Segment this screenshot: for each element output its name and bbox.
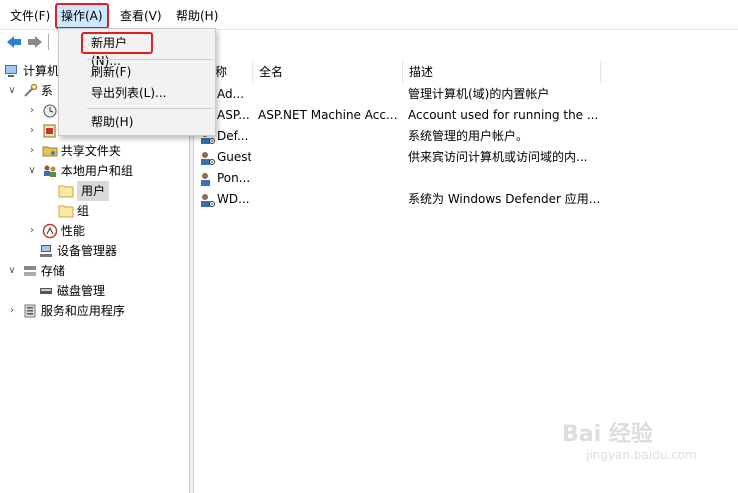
- chevron-right-icon[interactable]: ›: [26, 101, 38, 121]
- tree-item-services-apps[interactable]: › 服务和应用程序: [6, 300, 125, 320]
- tree-item-device-manager[interactable]: 设备管理器: [38, 240, 117, 260]
- user-description: 管理计算机(域)的内置帐户: [408, 87, 550, 101]
- user-name: Ad...: [217, 87, 245, 101]
- menu-item-help[interactable]: 帮助(H): [59, 111, 215, 133]
- menu-file[interactable]: 文件(F): [6, 6, 54, 26]
- tree-label: 本地用户和组: [60, 163, 133, 178]
- services-icon: [22, 303, 38, 319]
- user-icon: [199, 171, 215, 187]
- tree-label: 计算机: [23, 63, 60, 78]
- chevron-right-icon[interactable]: ›: [6, 301, 18, 321]
- tree-label: 组: [77, 203, 90, 218]
- chevron-right-icon[interactable]: ›: [26, 141, 38, 161]
- menu-separator: [87, 108, 213, 109]
- user-name: Def...: [217, 129, 249, 143]
- disk-icon: [38, 283, 54, 299]
- folder-icon: [58, 203, 74, 219]
- user-fullname: ASP.NET Machine Acc...: [258, 108, 398, 122]
- tree-item-local-users-groups[interactable]: ∨ 本地用户和组: [26, 160, 133, 180]
- action-menu-dropdown: 新用户(N)... 刷新(F) 导出列表(L)... 帮助(H): [58, 28, 216, 136]
- column-header-fullname[interactable]: 全名: [253, 60, 403, 84]
- user-icon: [199, 192, 215, 208]
- tools-icon: [22, 83, 38, 99]
- tree-label: 系: [40, 83, 53, 98]
- user-description: 供来宾访问计算机或访问域的内...: [408, 150, 588, 164]
- chevron-down-icon[interactable]: ∨: [26, 161, 38, 181]
- toolbar-separator: [48, 34, 49, 50]
- menu-item-export-list[interactable]: 导出列表(L)...: [59, 82, 215, 104]
- user-name: Guest: [217, 150, 251, 164]
- user-description: Account used for running the ...: [408, 108, 599, 122]
- tree-label: 设备管理器: [57, 243, 118, 258]
- tree-item-shared-folders[interactable]: › 共享文件夹: [26, 140, 121, 160]
- folder-icon: [58, 183, 74, 199]
- tree-item-task-scheduler[interactable]: ›: [26, 100, 61, 120]
- tree-label: 性能: [60, 223, 85, 238]
- user-icon: [199, 150, 215, 166]
- menu-bar: 文件(F) 操作(A) 查看(V) 帮助(H): [0, 0, 738, 30]
- forward-arrow-icon[interactable]: [26, 33, 44, 51]
- user-name: WD...: [217, 192, 250, 206]
- tree-item-system-tools[interactable]: ∨ 系: [6, 80, 53, 100]
- tree-label: 共享文件夹: [60, 143, 121, 158]
- back-arrow-icon[interactable]: [5, 33, 23, 51]
- menu-item-new-user[interactable]: 新用户(N)...: [81, 32, 153, 68]
- tree-label: 存储: [40, 263, 65, 278]
- user-name: ASP...: [217, 108, 250, 122]
- chevron-right-icon[interactable]: ›: [26, 121, 38, 141]
- watermark-url: jingyan.baidu.com: [586, 448, 697, 462]
- table-row[interactable]: Guest 供来宾访问计算机或访问域的内...: [195, 147, 738, 168]
- user-description: 系统为 Windows Defender 应用...: [408, 192, 601, 206]
- table-row[interactable]: Ad... 管理计算机(域)的内置帐户: [195, 84, 738, 105]
- column-header-description[interactable]: 描述: [403, 60, 601, 84]
- performance-icon: [42, 223, 58, 239]
- tree-item-event-viewer[interactable]: ›: [26, 120, 61, 140]
- device-manager-icon: [38, 243, 54, 259]
- table-row[interactable]: WD... 系统为 Windows Defender 应用...: [195, 189, 738, 210]
- tree-item-disk-management[interactable]: 磁盘管理: [38, 280, 105, 300]
- table-row[interactable]: Def... 系统管理的用户帐户。: [195, 126, 738, 147]
- tree-item-groups[interactable]: 组: [58, 200, 89, 220]
- watermark-logo: Bai 经验 jingyan.baidu.com: [558, 410, 708, 470]
- table-row[interactable]: Pon...: [195, 168, 738, 189]
- clock-icon: [42, 103, 58, 119]
- user-name: Pon...: [217, 171, 251, 185]
- menu-view[interactable]: 查看(V): [116, 6, 166, 26]
- menu-item-refresh[interactable]: 刷新(F): [59, 61, 215, 83]
- chevron-down-icon[interactable]: ∨: [6, 261, 18, 281]
- computer-icon: [4, 63, 20, 79]
- watermark-brand: Bai 经验: [562, 422, 653, 447]
- user-description: 系统管理的用户帐户。: [408, 129, 529, 143]
- tree-item-users[interactable]: 用户: [58, 180, 110, 201]
- tree-item-computer[interactable]: 计算机: [4, 60, 59, 80]
- tree-label: 用户: [77, 180, 110, 201]
- tree-item-storage[interactable]: ∨ 存储: [6, 260, 65, 280]
- chevron-right-icon[interactable]: ›: [26, 221, 38, 241]
- tree-label: 服务和应用程序: [40, 303, 125, 318]
- tree-item-performance[interactable]: › 性能: [26, 220, 85, 240]
- menu-help[interactable]: 帮助(H): [172, 6, 222, 26]
- tree-label: 磁盘管理: [57, 283, 106, 298]
- menu-separator: [87, 59, 213, 60]
- storage-icon: [22, 263, 38, 279]
- menu-action[interactable]: 操作(A): [55, 3, 109, 29]
- event-viewer-icon: [42, 123, 58, 139]
- shared-folder-icon: [42, 143, 58, 159]
- chevron-down-icon[interactable]: ∨: [6, 81, 18, 101]
- table-row[interactable]: ASP... ASP.NET Machine Acc... Account us…: [195, 105, 738, 126]
- users-group-icon: [42, 163, 58, 179]
